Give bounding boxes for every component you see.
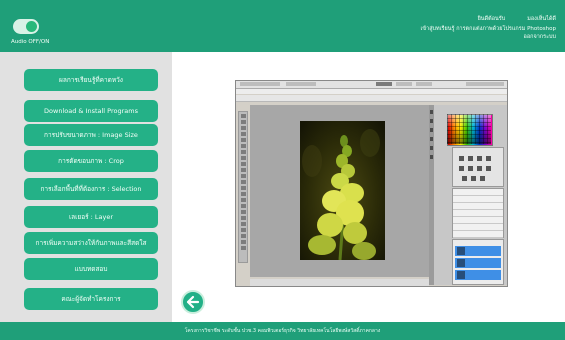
arrow-left-icon: [186, 295, 200, 309]
ps-canvas: [250, 105, 429, 277]
ps-menu-bar: [236, 89, 507, 94]
ps-title-bar: [236, 81, 507, 89]
ps-status-bar: [250, 279, 429, 286]
ps-presets-panel: [452, 188, 504, 238]
nav-layer[interactable]: เลเยอร์ : Layer: [24, 206, 158, 228]
flower-photo: [300, 121, 385, 260]
back-button[interactable]: [181, 290, 205, 314]
top-header: Audio OFF/ON ยินดีต้อนรับ มองเห็นได้ดี เข…: [0, 0, 565, 52]
audio-toggle-label: Audio OFF/ON: [11, 39, 50, 45]
nav-crop[interactable]: การตัดขอบภาพ : Crop: [24, 150, 158, 172]
audio-toggle[interactable]: [13, 19, 39, 34]
nav-brightness[interactable]: การเพิ่มความสว่างให้กับภาพและสีสดใส: [24, 232, 158, 254]
nav-image-size[interactable]: การปรับขนาดภาพ : Image Size: [24, 124, 158, 146]
photoshop-screenshot: [235, 80, 508, 287]
nav-selection[interactable]: การเลือกพื้นที่ที่ต้องการ : Selection: [24, 178, 158, 200]
logout-link[interactable]: ออกจากระบบ: [524, 33, 556, 41]
ps-toolbox: [238, 111, 248, 263]
user-name: มองเห็นได้ดี: [527, 16, 556, 22]
ps-adjustments-panel: [452, 147, 504, 187]
nav-download-install[interactable]: Download & Install Programs: [24, 100, 158, 122]
course-title: เข้าสู่บทเรียนรู้ การตกแต่งภาพด้วยโปรแกร…: [420, 26, 556, 32]
toggle-knob: [26, 21, 37, 32]
welcome-text: ยินดีต้อนรับ: [477, 16, 506, 22]
welcome-line: ยินดีต้อนรับ มองเห็นได้ดี: [478, 15, 556, 23]
sidebar: ผลการเรียนรู้ที่คาดหวัง Download & Insta…: [0, 52, 172, 322]
ps-layers-panel: [452, 239, 504, 285]
ps-options-bar: [236, 95, 507, 102]
nav-quiz[interactable]: แบบทดสอบ: [24, 258, 158, 280]
nav-credits[interactable]: คณะผู้จัดทำโครงการ: [24, 288, 158, 310]
nav-learning-outcomes[interactable]: ผลการเรียนรู้ที่คาดหวัง: [24, 69, 158, 91]
footer: โครงการวิชาชีพ ระดับชั้น ปวช.3 คอมพิวเตอ…: [0, 322, 565, 340]
